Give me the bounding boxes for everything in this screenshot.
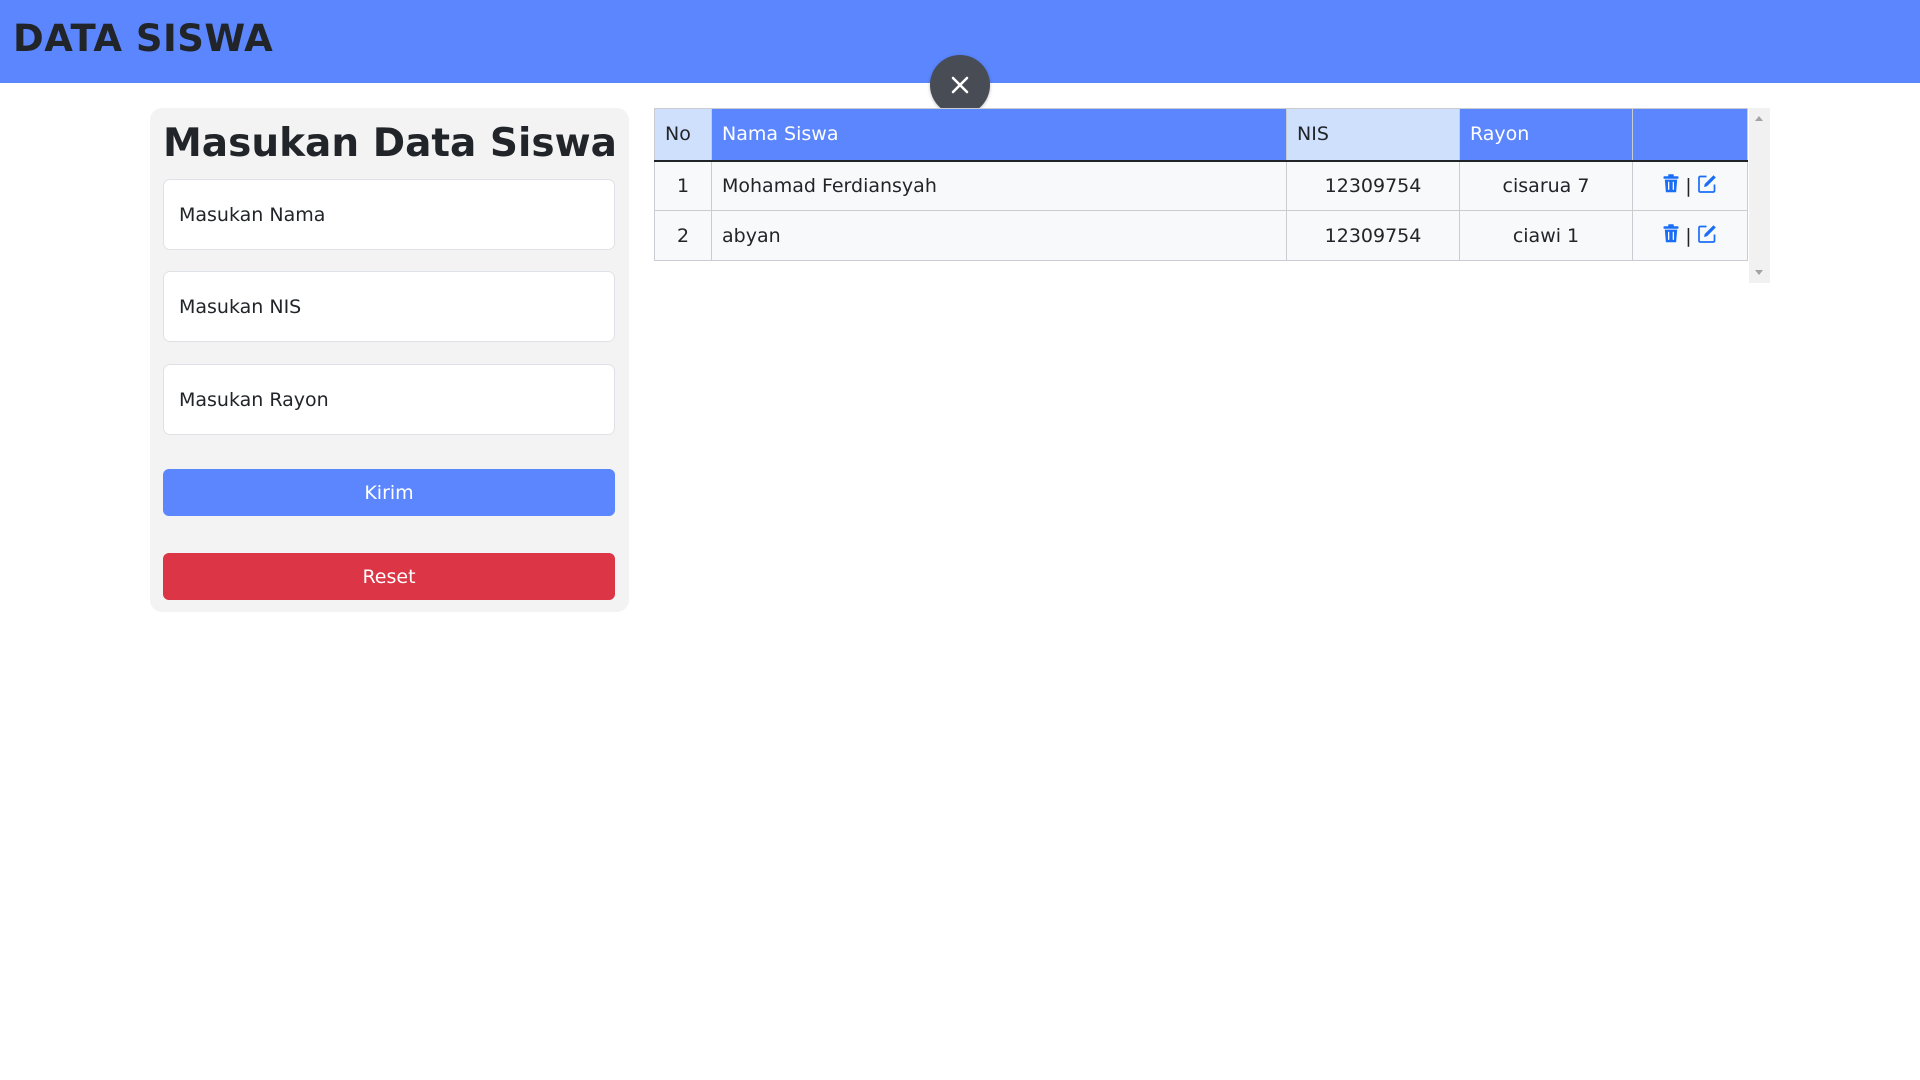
trash-icon <box>1663 173 1679 192</box>
kirim-button[interactable]: Kirim <box>163 469 615 516</box>
delete-button[interactable] <box>1663 173 1679 198</box>
edit-icon <box>1697 174 1716 193</box>
cell-nama: abyan <box>711 210 1287 261</box>
cell-actions: | <box>1632 160 1748 211</box>
student-form-card: Masukan Data Siswa Kirim Reset <box>150 108 629 612</box>
action-separator: | <box>1685 174 1692 197</box>
trash-icon <box>1663 223 1679 242</box>
table-row: 2 abyan 12309754 ciawi 1 | <box>654 210 1748 261</box>
edit-button[interactable] <box>1697 174 1717 198</box>
close-button[interactable] <box>930 55 990 115</box>
nama-input[interactable] <box>163 179 615 250</box>
page-title: DATA SISWA <box>13 17 274 60</box>
edit-icon <box>1697 224 1716 243</box>
edit-button[interactable] <box>1697 224 1717 248</box>
column-header-rayon: Rayon <box>1459 108 1633 162</box>
rayon-input[interactable] <box>163 364 615 435</box>
column-header-actions <box>1632 108 1748 162</box>
reset-button[interactable]: Reset <box>163 553 615 600</box>
action-separator: | <box>1685 224 1692 247</box>
column-header-no: No <box>654 108 712 162</box>
scroll-up-arrow-icon[interactable] <box>1755 116 1763 121</box>
table-scrollbar[interactable] <box>1749 108 1770 283</box>
form-title: Masukan Data Siswa <box>163 121 617 166</box>
table-header-row: No Nama Siswa NIS Rayon <box>654 108 1748 162</box>
cell-nis: 12309754 <box>1286 160 1460 211</box>
table-row: 1 Mohamad Ferdiansyah 12309754 cisarua 7… <box>654 160 1748 211</box>
column-header-nis: NIS <box>1286 108 1460 162</box>
cell-rayon: ciawi 1 <box>1459 210 1633 261</box>
student-table-container: No Nama Siswa NIS Rayon 1 Mohamad Ferdia… <box>654 108 1770 283</box>
cell-no: 1 <box>654 160 712 211</box>
student-table: No Nama Siswa NIS Rayon 1 Mohamad Ferdia… <box>654 108 1748 261</box>
column-header-nama: Nama Siswa <box>711 108 1287 162</box>
nis-input[interactable] <box>163 271 615 342</box>
cell-actions: | <box>1632 210 1748 261</box>
cell-nama: Mohamad Ferdiansyah <box>711 160 1287 211</box>
scroll-down-arrow-icon[interactable] <box>1755 270 1763 275</box>
delete-button[interactable] <box>1663 223 1679 248</box>
close-icon <box>951 76 969 94</box>
cell-rayon: cisarua 7 <box>1459 160 1633 211</box>
cell-no: 2 <box>654 210 712 261</box>
cell-nis: 12309754 <box>1286 210 1460 261</box>
